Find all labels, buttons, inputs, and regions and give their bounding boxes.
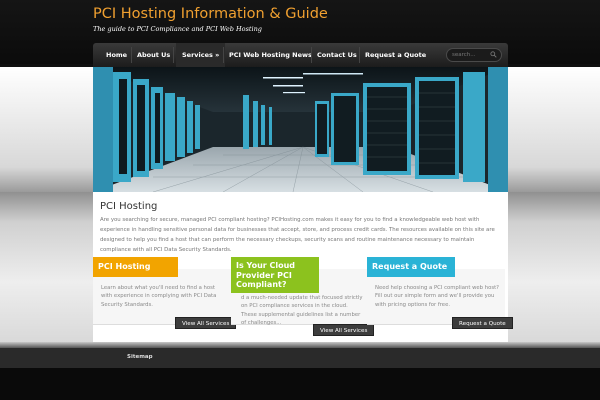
intro-text: Are you searching for secure, managed PC…	[100, 217, 495, 253]
search-icon[interactable]	[490, 51, 497, 58]
footer-sitemap-link[interactable]: Sitemap	[127, 354, 153, 360]
feature-box-text: Need help choosing a PCI compliant web h…	[375, 285, 499, 308]
main-nav: Home About Us Services » PCI Web Hosting…	[93, 43, 508, 67]
search-box	[446, 48, 502, 62]
feature-box-title[interactable]: PCI Hosting	[93, 257, 178, 277]
nav-request-a-quote[interactable]: Request a Quote	[359, 43, 432, 67]
feature-box-pci-hosting: PCI Hosting Learn about what you'll need…	[93, 257, 237, 329]
footer: Sitemap	[0, 348, 600, 368]
view-all-services-button[interactable]: View All Services	[175, 317, 237, 329]
feature-box-text: d a much-needed update that focused stri…	[241, 295, 363, 326]
feature-box-cloud: Is Your Cloud Provider PCI Compliant? d …	[231, 257, 375, 336]
nav-about-us[interactable]: About Us	[131, 43, 176, 67]
main-content: PCI Hosting Are you searching for secure…	[93, 192, 513, 342]
nav-contact-us[interactable]: Contact Us	[311, 43, 363, 67]
hero-image	[93, 67, 508, 192]
data-center-image	[93, 67, 508, 192]
intro-title: PCI Hosting	[100, 201, 158, 212]
site-title[interactable]: PCI Hosting Information & Guide	[93, 6, 328, 22]
request-a-quote-button[interactable]: Request a Quote	[452, 317, 513, 329]
search-input[interactable]	[452, 50, 492, 60]
site-tagline: The guide to PCI Compliance and PCI Web …	[93, 25, 262, 33]
nav-divider	[173, 47, 174, 63]
page-bottom	[0, 368, 600, 400]
nav-services[interactable]: Services »	[176, 43, 226, 67]
feature-box-title[interactable]: Is Your Cloud Provider PCI Compliant?	[231, 257, 319, 293]
nav-pci-web-hosting-news[interactable]: PCI Web Hosting News	[223, 43, 318, 67]
view-all-services-button[interactable]: View All Services	[313, 324, 375, 336]
nav-home[interactable]: Home	[100, 43, 133, 67]
feature-box-quote: Request a Quote Need help choosing a PCI…	[367, 257, 513, 329]
feature-box-text: Learn about what you'll need to find a h…	[101, 285, 217, 308]
feature-box-title[interactable]: Request a Quote	[367, 257, 455, 277]
